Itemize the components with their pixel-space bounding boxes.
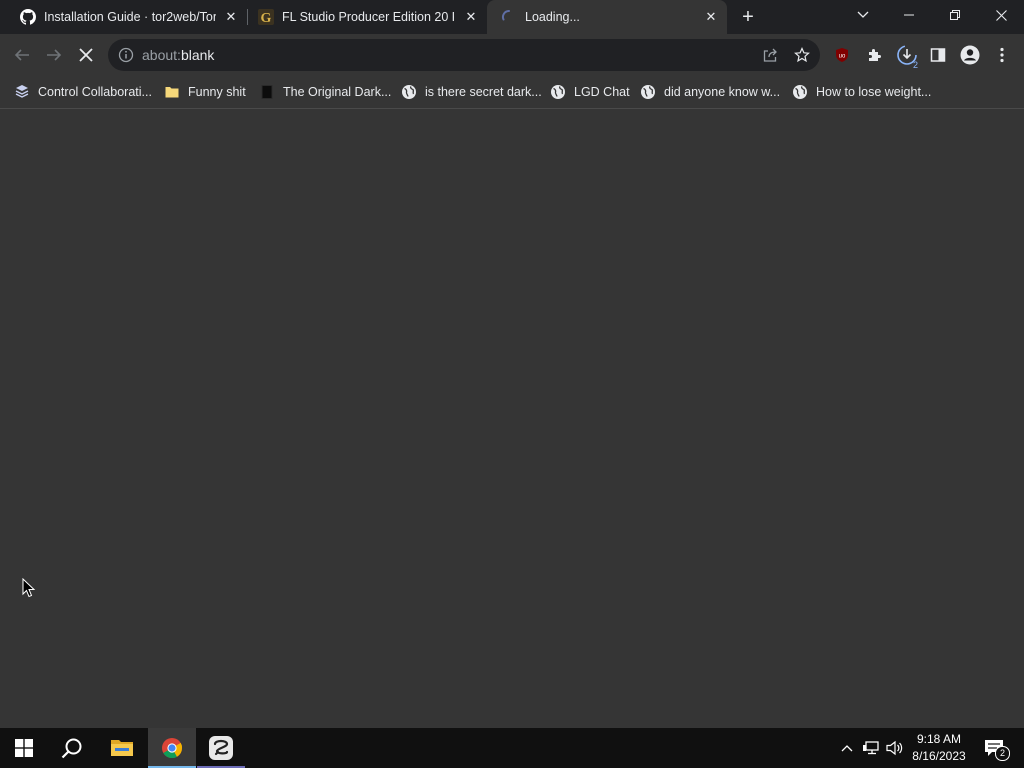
restore-icon	[950, 10, 960, 20]
action-center-button[interactable]: 2	[980, 728, 1010, 768]
minimize-icon	[904, 10, 914, 20]
app-icon	[208, 735, 234, 761]
tab-title: Loading...	[525, 10, 580, 24]
back-arrow-icon	[14, 47, 30, 63]
address-bar[interactable]: about:blank	[108, 39, 820, 71]
chrome-taskbar-button[interactable]	[148, 728, 196, 768]
tab-search-button[interactable]	[840, 0, 886, 30]
g-site-icon: G	[258, 9, 274, 25]
clock-time: 9:18 AM	[916, 732, 962, 746]
windows-start-icon	[15, 739, 33, 757]
taskbar-clock[interactable]: 9:18 AM 8/16/2023	[906, 731, 972, 765]
clock-date: 8/16/2023	[912, 749, 966, 763]
bookmark-label: Control Collaborati...	[38, 85, 152, 99]
bookmark-control-collaboration[interactable]: Control Collaborati...	[14, 82, 152, 102]
network-button[interactable]	[861, 728, 881, 768]
search-icon	[61, 737, 83, 759]
bookmark-label: LGD Chat	[574, 85, 630, 99]
stop-loading-button[interactable]	[72, 41, 100, 69]
minimize-button[interactable]	[886, 0, 932, 30]
puzzle-extensions-icon[interactable]	[862, 43, 886, 67]
bookmark-label: is there secret dark...	[425, 85, 542, 99]
url-scheme: about:	[142, 47, 181, 63]
tab-close-button[interactable]: ✕	[223, 9, 239, 25]
bookmark-label: Funny shit	[188, 85, 246, 99]
download-button[interactable]: 2	[895, 43, 919, 70]
svg-text:uo: uo	[839, 54, 846, 60]
bookmark-secret-dark[interactable]: is there secret dark...	[401, 82, 542, 102]
info-icon[interactable]	[118, 47, 134, 63]
globe-icon	[792, 84, 808, 100]
svg-text:G: G	[261, 11, 272, 25]
globe-icon	[640, 84, 656, 100]
close-icon	[995, 9, 1007, 21]
file-explorer-button[interactable]	[98, 728, 146, 768]
tab-fl-studio[interactable]: G FL Studio Producer Edition 20 Free ✕	[240, 0, 487, 34]
volume-button[interactable]	[885, 728, 905, 768]
tab-title: FL Studio Producer Edition 20 Free	[282, 10, 454, 24]
share-icon[interactable]	[760, 45, 780, 65]
app-taskbar-button[interactable]	[197, 728, 245, 768]
bookmark-label: How to lose weight...	[816, 85, 932, 99]
loading-spinner-icon	[501, 9, 517, 25]
black-page-icon	[259, 84, 275, 100]
chevron-up-icon	[841, 744, 853, 752]
page-content[interactable]	[0, 109, 1024, 728]
tray-overflow-button[interactable]	[838, 728, 856, 768]
back-button[interactable]	[8, 41, 36, 69]
network-icon	[862, 740, 880, 756]
chevron-down-icon	[857, 11, 869, 19]
bookmark-funny-shit[interactable]: Funny shit	[164, 82, 246, 102]
tab-strip: Installation Guide · tor2web/Tor2web ✕ G…	[0, 0, 1024, 34]
tab-title: Installation Guide · tor2web/Tor2web	[44, 10, 216, 24]
volume-icon	[886, 740, 904, 756]
download-badge: 2	[912, 60, 918, 70]
browser-toolbar: about:blank uo 2	[0, 34, 1024, 76]
collab-icon	[14, 84, 30, 100]
url-text[interactable]: about:blank	[142, 47, 214, 63]
notification-badge: 2	[995, 746, 1010, 761]
tab-close-button[interactable]: ✕	[703, 9, 719, 25]
tab-loading[interactable]: Loading... ✕	[487, 0, 727, 34]
menu-dots-icon[interactable]	[990, 43, 1014, 67]
chrome-icon	[161, 737, 183, 759]
mouse-cursor-icon	[22, 577, 36, 603]
ublock-icon[interactable]: uo	[830, 43, 854, 67]
close-window-button[interactable]	[978, 0, 1024, 30]
profile-icon[interactable]	[958, 43, 982, 67]
bookmark-star-icon[interactable]	[792, 45, 812, 65]
github-icon	[20, 9, 36, 25]
bookmark-lose-weight[interactable]: How to lose weight...	[792, 82, 931, 102]
tab-installation-guide[interactable]: Installation Guide · tor2web/Tor2web ✕	[0, 0, 247, 34]
bookmark-label: did anyone know w...	[664, 85, 781, 99]
windows-taskbar: 9:18 AM 8/16/2023 2	[0, 728, 1024, 768]
side-panel-icon[interactable]	[926, 43, 950, 67]
file-explorer-icon	[110, 738, 134, 758]
globe-icon	[550, 84, 566, 100]
bookmark-original-dark[interactable]: The Original Dark...	[259, 82, 391, 102]
tab-close-button[interactable]: ✕	[463, 9, 479, 25]
restore-button[interactable]	[932, 0, 978, 30]
folder-icon	[164, 84, 180, 100]
notification-icon: 2	[984, 739, 1010, 761]
bookmark-did-anyone-know[interactable]: did anyone know w...	[640, 82, 780, 102]
search-button[interactable]	[48, 728, 96, 768]
bookmark-lgd-chat[interactable]: LGD Chat	[550, 82, 630, 102]
forward-arrow-icon	[46, 47, 62, 63]
bookmarks-bar: Control Collaborati... Funny shit The Or…	[0, 76, 1024, 109]
url-path: blank	[180, 47, 215, 63]
stop-x-icon	[79, 48, 93, 62]
bookmark-label: The Original Dark...	[283, 85, 392, 99]
forward-button[interactable]	[40, 41, 68, 69]
start-button[interactable]	[0, 728, 48, 768]
new-tab-button[interactable]: +	[736, 5, 760, 29]
globe-icon	[401, 84, 417, 100]
